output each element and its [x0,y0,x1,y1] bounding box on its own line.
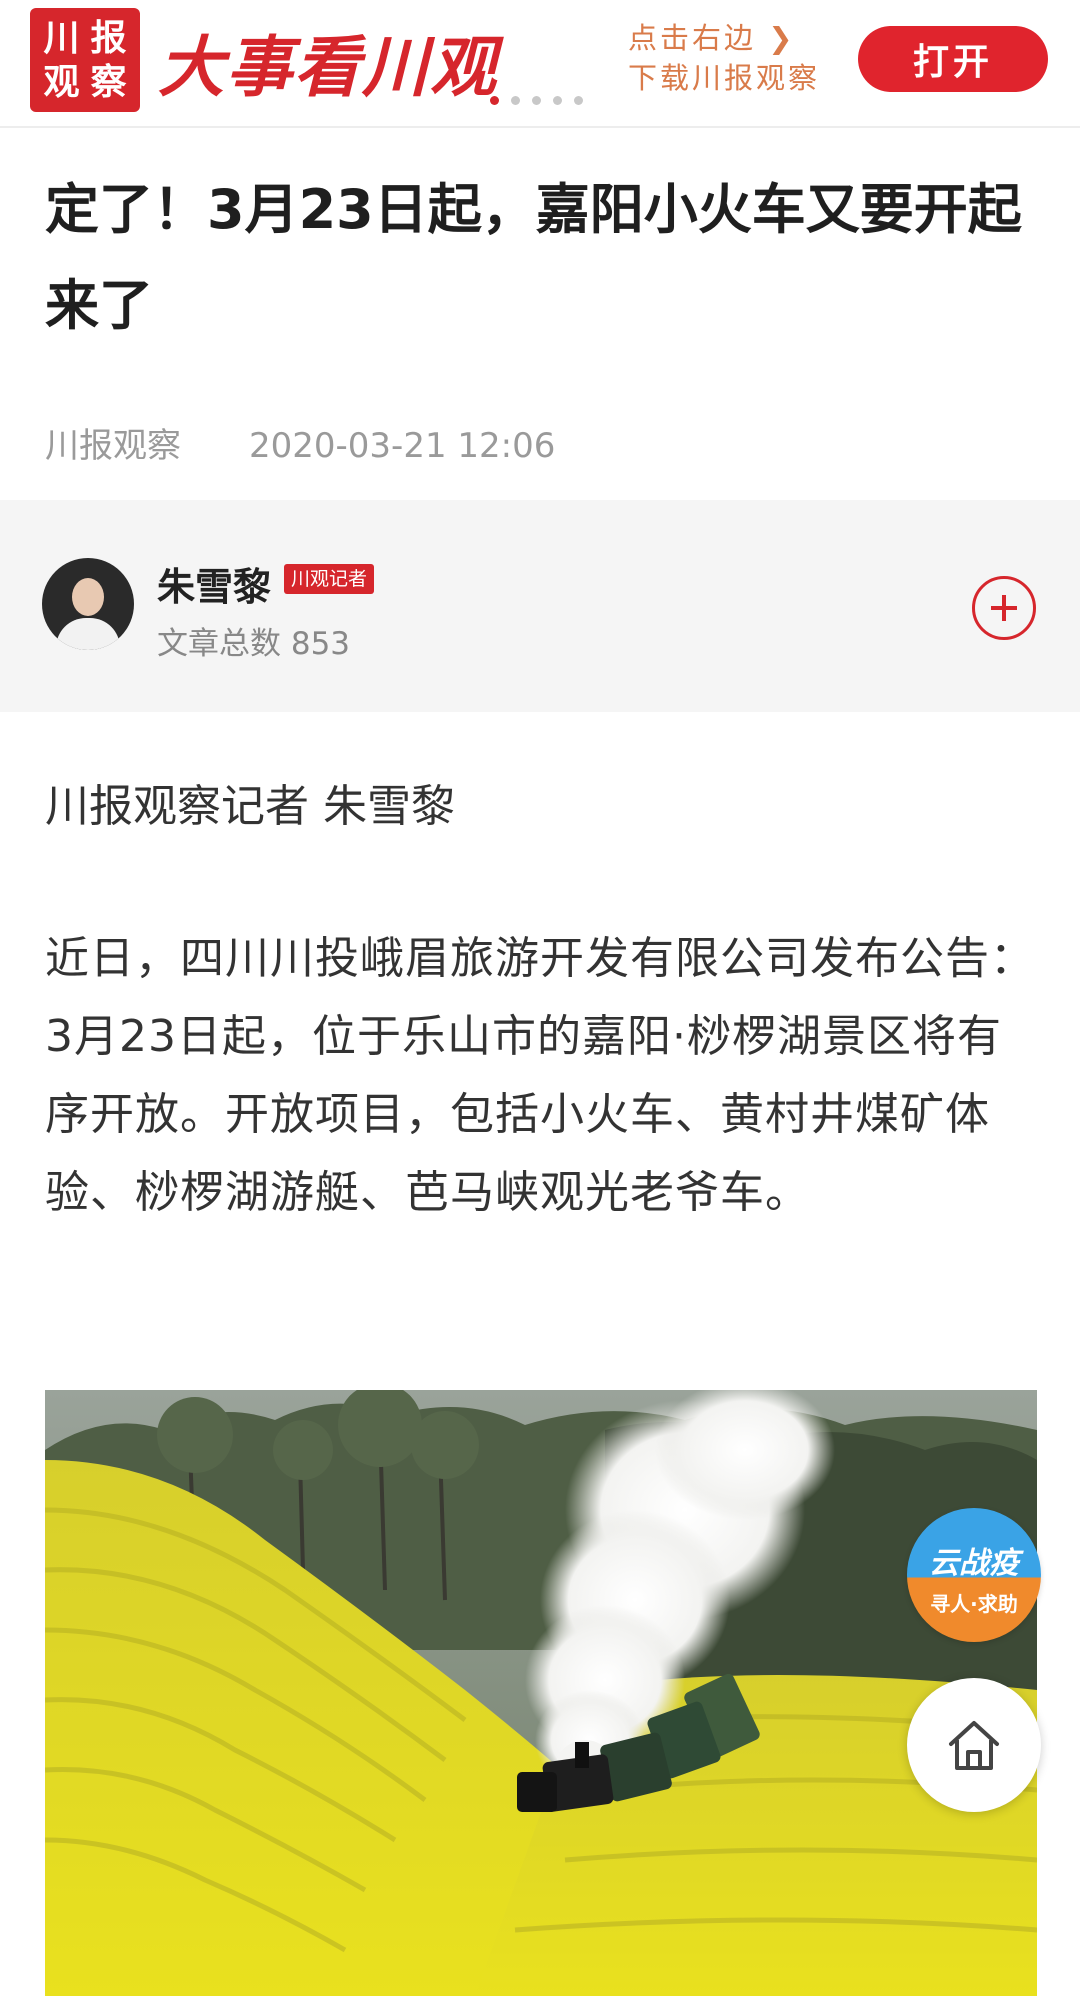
carousel-indicator [490,96,583,105]
epidemic-title: 云战疫 [929,1546,1019,1581]
author-card[interactable]: 朱雪黎 川观记者 文章总数 853 [0,500,1080,712]
open-app-button[interactable]: 打开 [858,26,1048,92]
promo-line-1: 点击右边 [628,21,757,55]
home-button[interactable] [907,1678,1041,1812]
train-rapeseed-photo [45,1390,1037,1996]
logo-char: 察 [90,61,127,103]
carousel-dot [511,96,520,105]
logo-char: 报 [90,17,127,59]
logo-char: 川 [43,17,80,59]
promo-line-2: 下载川报观察 [628,61,821,95]
carousel-dot [490,96,499,105]
article-source: 川报观察 [45,426,181,466]
reporter-badge: 川观记者 [284,564,375,594]
carousel-dot [553,96,562,105]
banner-slogan: 大事看川观 [158,29,498,106]
epidemic-subtitle: 寻人·求助 [930,1592,1018,1616]
app-logo: 川 报 观 察 [30,8,140,112]
carousel-dot [574,96,583,105]
reporter-byline: 川报观察记者 朱雪黎 [45,781,455,832]
avatar-face [72,578,104,616]
author-name[interactable]: 朱雪黎 [157,556,271,611]
carousel-dot [532,96,541,105]
chevron-right-icon: ❯ [768,21,796,55]
article-datetime: 2020-03-21 12:06 [249,426,556,466]
author-article-count: 文章总数 853 [157,626,351,662]
logo-char: 观 [43,61,80,103]
avatar-body [56,618,120,650]
home-icon [949,1721,999,1770]
article-paragraph: 近日，四川川投峨眉旅游开发有限公司发布公告：3月23日起，位于乐山市的嘉阳·桫椤… [45,933,1035,1218]
download-promo-text: 点击右边 ❯ 下载川报观察 [628,18,820,98]
cloud-epidemic-button[interactable]: 云战疫 寻人·求助 [907,1508,1041,1642]
follow-button[interactable] [972,576,1036,640]
article-title: 定了！3月23日起，嘉阳小火车又要开起来了 [45,178,1022,337]
avatar[interactable] [42,558,134,650]
article-photo [45,1390,1037,1996]
article-meta: 川报观察 2020-03-21 12:06 [45,418,555,467]
app-download-banner[interactable]: 川 报 观 察 大事看川观 点击右边 ❯ 下载川报观察 打开 [0,0,1080,128]
